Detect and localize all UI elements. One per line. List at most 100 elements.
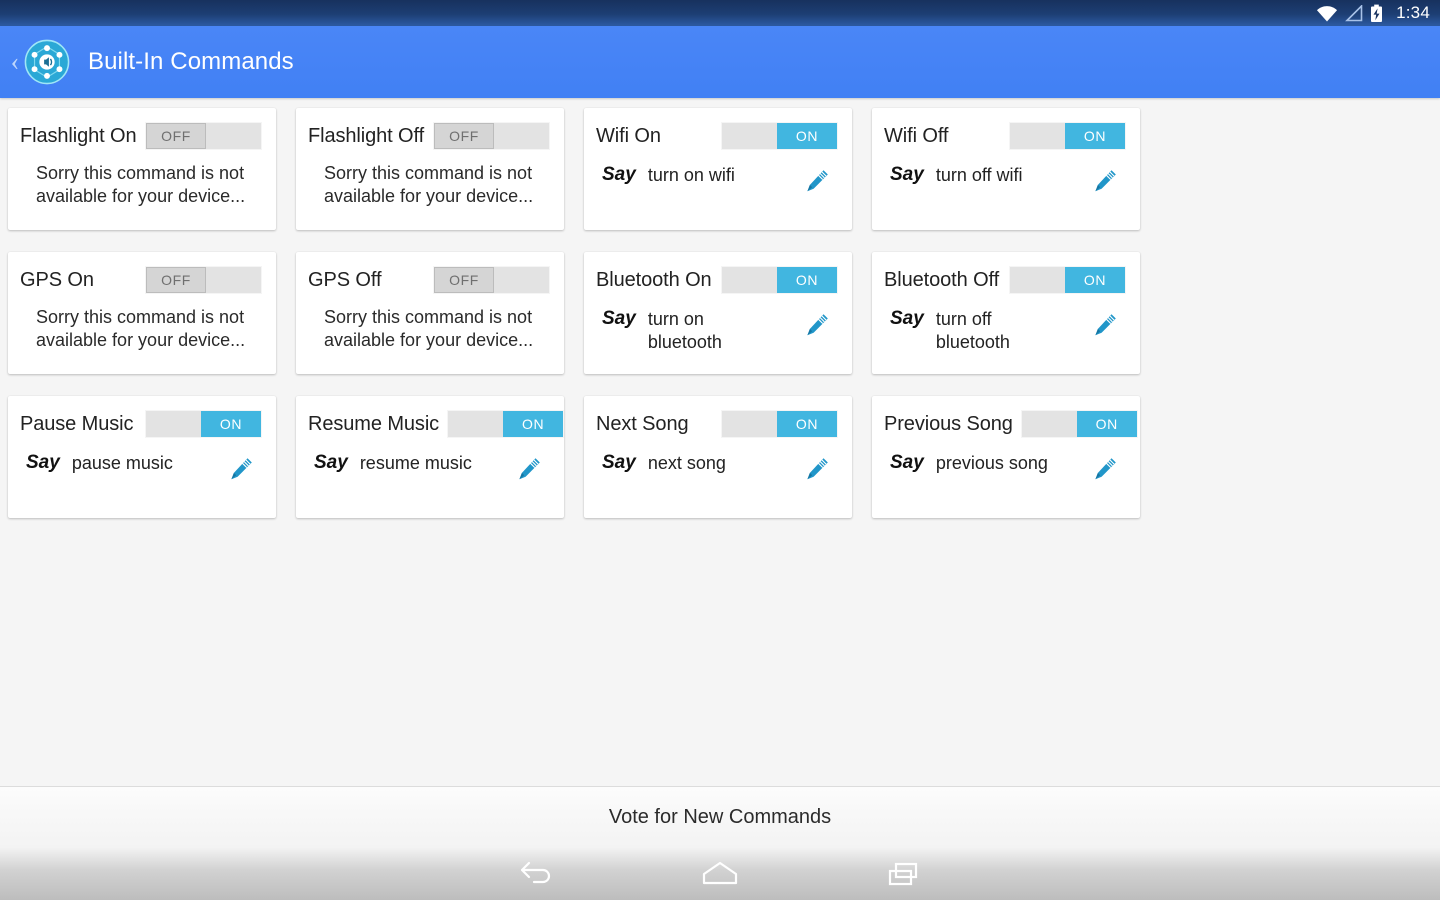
- command-toggle[interactable]: ON: [1020, 410, 1138, 438]
- commands-grid: Flashlight On OFF Sorry this command is no…: [8, 108, 1432, 540]
- status-icon-group: 1:34: [1316, 3, 1430, 23]
- command-title: Previous Song: [884, 412, 1013, 435]
- command-card: Flashlight Off OFF Sorry this command is n…: [296, 108, 564, 230]
- say-label: Say: [890, 452, 924, 473]
- toggle-thumb: ON: [777, 123, 837, 149]
- say-label: Say: [890, 308, 924, 329]
- command-toggle[interactable]: ON: [721, 122, 838, 150]
- command-card-header: GPS On OFF: [20, 266, 262, 294]
- page-title: Built-In Commands: [88, 48, 294, 75]
- command-card-body: Say next song: [596, 452, 838, 504]
- command-card-header: Wifi Off ON: [884, 122, 1126, 150]
- back-chevron-icon[interactable]: ‹: [6, 49, 24, 75]
- nav-recents-icon[interactable]: [883, 859, 925, 889]
- say-phrase-row: Say next song: [596, 452, 726, 475]
- command-card: GPS Off OFF Sorry this command is not avai…: [296, 252, 564, 374]
- command-card-header: Previous Song ON: [884, 410, 1138, 438]
- nav-back-icon[interactable]: [515, 859, 557, 889]
- vote-for-new-commands-button[interactable]: Vote for New Commands: [609, 806, 831, 829]
- say-label: Say: [314, 452, 348, 473]
- android-screen: 1:34 ‹ Built-In Commands Flashlight On OF…: [0, 0, 1440, 900]
- edit-pencil-icon[interactable]: [514, 454, 544, 489]
- command-card: Next Song ON Say next song: [584, 396, 852, 518]
- say-label: Say: [890, 164, 924, 185]
- command-title: Resume Music: [308, 412, 440, 435]
- command-toggle[interactable]: ON: [1009, 122, 1126, 150]
- edit-pencil-icon[interactable]: [802, 310, 832, 345]
- say-phrase-row: Say resume music: [308, 452, 472, 475]
- edit-pencil-icon[interactable]: [226, 454, 256, 489]
- say-label: Say: [602, 308, 636, 329]
- command-toggle[interactable]: ON: [145, 410, 262, 438]
- toggle-thumb: ON: [777, 267, 837, 293]
- toggle-thumb: ON: [503, 411, 564, 437]
- command-title: Next Song: [596, 412, 689, 435]
- say-phrase-row: Say turn off wifi: [884, 164, 1023, 187]
- command-card-body: Say turn off wifi: [884, 164, 1126, 216]
- toggle-thumb: OFF: [146, 123, 206, 149]
- say-phrase-row: Say turn on bluetooth: [596, 308, 776, 354]
- command-card-header: Bluetooth Off ON: [884, 266, 1126, 294]
- say-label: Say: [26, 452, 60, 473]
- command-unavailable-message: Sorry this command is not available for …: [36, 307, 246, 351]
- command-toggle[interactable]: ON: [721, 266, 838, 294]
- command-phrase: pause music: [71, 453, 173, 473]
- toggle-thumb: OFF: [434, 267, 494, 293]
- say-phrase-row: Say turn on wifi: [596, 164, 735, 187]
- command-card-header: Pause Music ON: [20, 410, 262, 438]
- command-title: Flashlight Off: [308, 124, 425, 147]
- command-card-body: Say turn off bluetooth: [884, 308, 1126, 360]
- command-card-header: Next Song ON: [596, 410, 838, 438]
- action-bar: ‹ Built-In Commands: [0, 26, 1440, 98]
- command-unavailable-message: Sorry this command is not available for …: [324, 307, 534, 351]
- toggle-thumb: ON: [1076, 411, 1137, 437]
- say-phrase-row: Say pause music: [20, 452, 173, 475]
- command-card: Pause Music ON Say pause music: [8, 396, 276, 518]
- command-toggle[interactable]: OFF: [145, 266, 262, 294]
- say-phrase-row: Say turn off bluetooth: [884, 308, 1064, 354]
- edit-pencil-icon[interactable]: [802, 454, 832, 489]
- command-phrase: turn on bluetooth: [647, 309, 722, 353]
- command-title: Pause Music: [20, 412, 134, 435]
- command-toggle[interactable]: ON: [721, 410, 838, 438]
- nav-home-icon[interactable]: [697, 859, 743, 889]
- toggle-thumb: ON: [1065, 123, 1125, 149]
- battery-charging-icon: [1371, 4, 1383, 22]
- status-clock: 1:34: [1396, 3, 1430, 22]
- edit-pencil-icon[interactable]: [1090, 166, 1120, 201]
- command-title: Wifi On: [596, 124, 661, 147]
- command-card: Flashlight On OFF Sorry this command is no…: [8, 108, 276, 230]
- toggle-thumb: OFF: [434, 123, 494, 149]
- footer-bar: Vote for New Commands: [0, 786, 1440, 848]
- command-card-header: Wifi On ON: [596, 122, 838, 150]
- command-card-header: Bluetooth On ON: [596, 266, 838, 294]
- command-card: Wifi On ON Say turn on wifi: [584, 108, 852, 230]
- toggle-thumb: OFF: [146, 267, 206, 293]
- edit-pencil-icon[interactable]: [1090, 310, 1120, 345]
- command-unavailable-message: Sorry this command is not available for …: [36, 163, 246, 207]
- command-phrase: turn off bluetooth: [935, 309, 1010, 353]
- signal-icon: [1345, 4, 1363, 21]
- command-card-header: Resume Music ON: [308, 410, 565, 438]
- command-card: Bluetooth Off ON Say turn off bluetooth: [872, 252, 1140, 374]
- toggle-thumb: ON: [201, 411, 261, 437]
- command-toggle[interactable]: OFF: [433, 122, 550, 150]
- say-phrase-row: Say previous song: [884, 452, 1048, 475]
- command-phrase: turn off wifi: [935, 165, 1023, 185]
- toggle-thumb: ON: [1065, 267, 1125, 293]
- edit-pencil-icon[interactable]: [1090, 454, 1120, 489]
- toggle-thumb: ON: [777, 411, 837, 437]
- command-toggle[interactable]: OFF: [433, 266, 550, 294]
- command-card-body: Say resume music: [308, 452, 550, 504]
- commands-scroll-area[interactable]: Flashlight On OFF Sorry this command is no…: [0, 98, 1440, 786]
- command-toggle[interactable]: OFF: [145, 122, 262, 150]
- command-toggle[interactable]: ON: [447, 410, 565, 438]
- status-bar: 1:34: [0, 0, 1440, 26]
- app-logo-icon[interactable]: [24, 39, 70, 85]
- command-title: GPS Off: [308, 268, 382, 291]
- command-title: Flashlight On: [20, 124, 137, 147]
- command-toggle[interactable]: ON: [1009, 266, 1126, 294]
- edit-pencil-icon[interactable]: [802, 166, 832, 201]
- android-navigation-bar: [0, 848, 1440, 900]
- command-title: Bluetooth Off: [884, 268, 1000, 291]
